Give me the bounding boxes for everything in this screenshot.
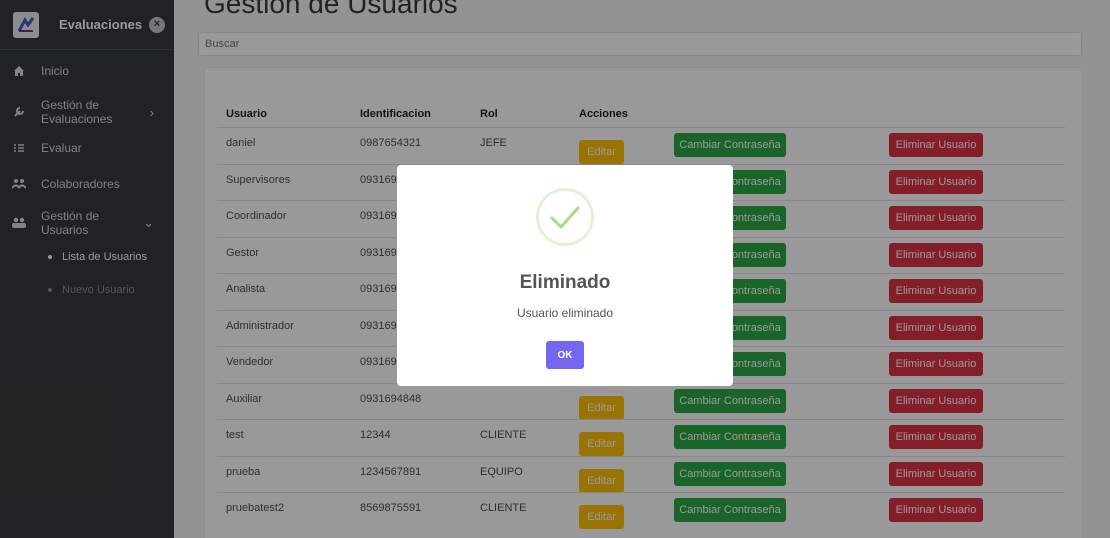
dialog-title: Eliminado — [519, 272, 611, 293]
success-dialog: Eliminado Usuario eliminado OK — [397, 165, 733, 386]
dialog-message: Usuario eliminado — [516, 306, 614, 320]
success-icon — [536, 188, 594, 246]
ok-button[interactable]: OK — [546, 341, 584, 369]
